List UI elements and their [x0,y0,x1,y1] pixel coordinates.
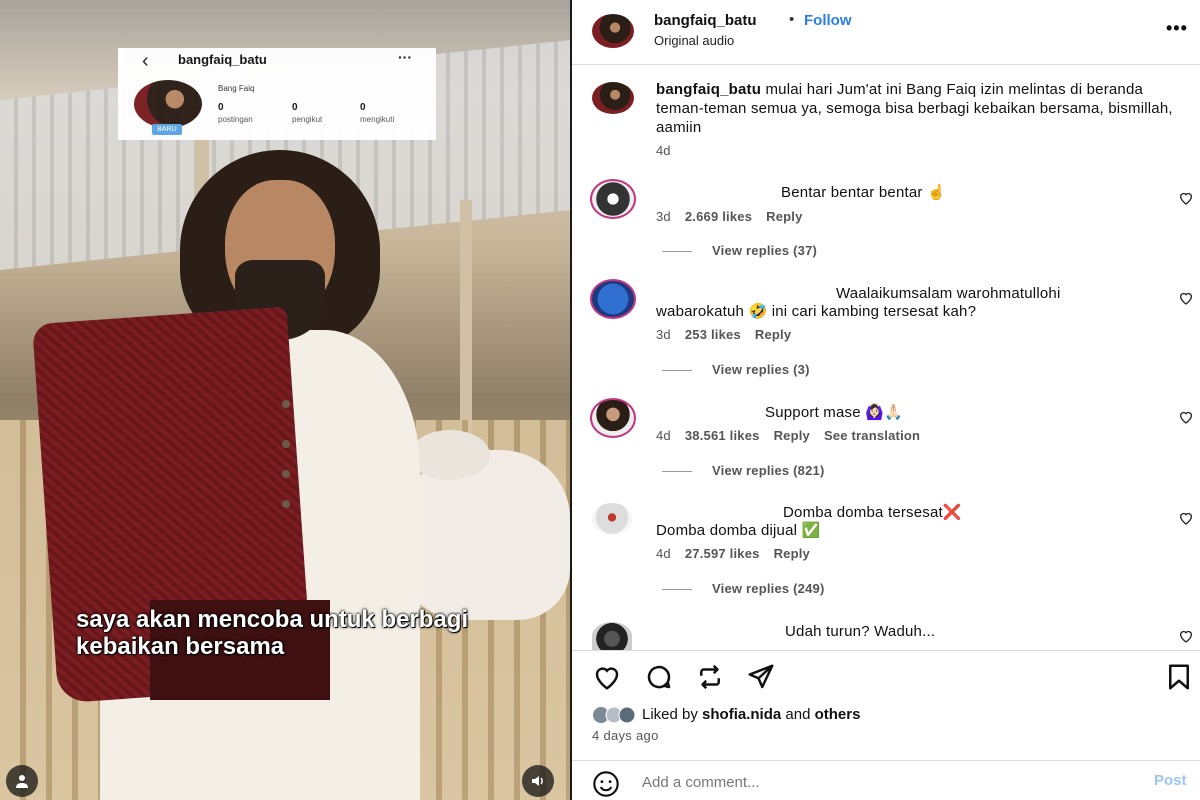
author-avatar[interactable] [592,14,634,48]
post-caption: bangfaiq_batu mulai hari Jum'at ini Bang… [656,80,1176,137]
comment-text-line1: Domba domba tersesat❌ [783,504,962,521]
divider [572,650,1200,651]
profile-card-username: bangfaiq_batu [178,52,267,67]
comment-icon[interactable] [644,662,674,692]
speaker-icon[interactable] [522,765,554,797]
like-icon[interactable] [592,662,622,692]
post-details-panel: bangfaiq_batu • Follow Original audio ••… [572,0,1200,800]
liked-by-text: Liked by shofia.nida and others [642,706,861,723]
stat-posts: 0 postingan [218,102,253,124]
author-username[interactable]: bangfaiq_batu [654,12,757,29]
reply-button[interactable]: Reply [766,209,802,224]
share-icon[interactable] [746,662,776,692]
liked-by-others[interactable]: others [815,706,861,723]
view-replies-button[interactable]: View replies (821) [662,463,824,478]
comment-text-line1: Waalaikumsalam warohmatullohi [836,285,1061,302]
comment-text: Udah turun? Waduh... [785,623,936,640]
reply-button[interactable]: Reply [774,546,810,561]
robe-button [282,440,290,448]
comment-meta: 3d 253 likes Reply [656,327,792,342]
post-age: 4 days ago [592,728,659,743]
liked-by-user[interactable]: shofia.nida [702,706,781,723]
comment-meta: 4d 27.597 likes Reply [656,546,810,561]
header-separator: • [789,11,795,28]
follow-button[interactable]: Follow [804,12,852,29]
like-comment-icon[interactable] [1178,409,1194,425]
comment-text-line2: wabarokatuh 🤣 ini cari kambing tersesat … [656,303,977,320]
audio-label[interactable]: Original audio [654,33,734,48]
profile-card-overlay: ‹ bangfaiq_batu ··· BARU Bang Faiq 0 post… [118,48,436,140]
comment-text: Support mase 🙆🏻‍♀️🙏🏻 [765,404,903,421]
reply-button[interactable]: Reply [755,327,791,342]
view-replies-button[interactable]: View replies (37) [662,243,817,258]
like-comment-icon[interactable] [1178,190,1194,206]
post-media[interactable]: ‹ bangfaiq_batu ··· BARU Bang Faiq 0 post… [0,0,570,800]
media-post [460,200,472,440]
comment-text: Bentar bentar bentar ☝️ [781,184,946,201]
instagram-post-view: ‹ bangfaiq_batu ··· BARU Bang Faiq 0 post… [0,0,1200,800]
repost-icon[interactable] [695,662,725,692]
profile-card-avatar [134,80,202,128]
stat-followers: 0 pengikut [292,102,323,124]
comment-input[interactable] [642,770,1102,794]
profile-card-name: Bang Faiq [218,84,255,93]
commenter-avatar[interactable] [590,179,636,219]
user-icon[interactable] [6,765,38,797]
view-replies-button[interactable]: View replies (249) [662,581,824,596]
commenter-avatar[interactable] [590,279,636,319]
see-translation-button[interactable]: See translation [824,428,920,443]
comment-meta: 4d 38.561 likes Reply See translation [656,428,921,443]
more-options-icon[interactable]: ••• [1166,18,1188,39]
robe-button [282,470,290,478]
comment-meta: 3d 2.669 likes Reply [656,209,803,224]
divider [572,64,1200,65]
robe-button [282,400,290,408]
post-comment-button[interactable]: Post [1154,772,1187,789]
comment-text-line2: Domba domba dijual ✅ [656,522,821,539]
more-icon: ··· [398,49,412,65]
video-caption: saya akan mencoba untuk berbagi kebaikan… [76,606,469,660]
emoji-icon[interactable] [592,770,620,798]
commenter-avatar[interactable] [590,398,636,438]
new-badge: BARU [152,124,182,135]
commenter-avatar[interactable] [592,622,632,650]
caption-username[interactable]: bangfaiq_batu [656,81,761,98]
back-arrow-icon: ‹ [142,50,149,72]
view-replies-button[interactable]: View replies (3) [662,362,810,377]
save-icon[interactable] [1164,662,1194,692]
media-person [32,150,440,800]
stat-following: 0 mengikuti [360,102,395,124]
like-comment-icon[interactable] [1178,510,1194,526]
reply-button[interactable]: Reply [774,428,810,443]
liked-by-avatars [593,706,636,724]
like-comment-icon[interactable] [1178,628,1194,644]
robe-button [282,500,290,508]
divider [572,760,1200,761]
caption-time: 4d [656,143,671,158]
caption-avatar[interactable] [592,82,634,114]
commenter-avatar[interactable] [592,503,632,535]
like-comment-icon[interactable] [1178,290,1194,306]
